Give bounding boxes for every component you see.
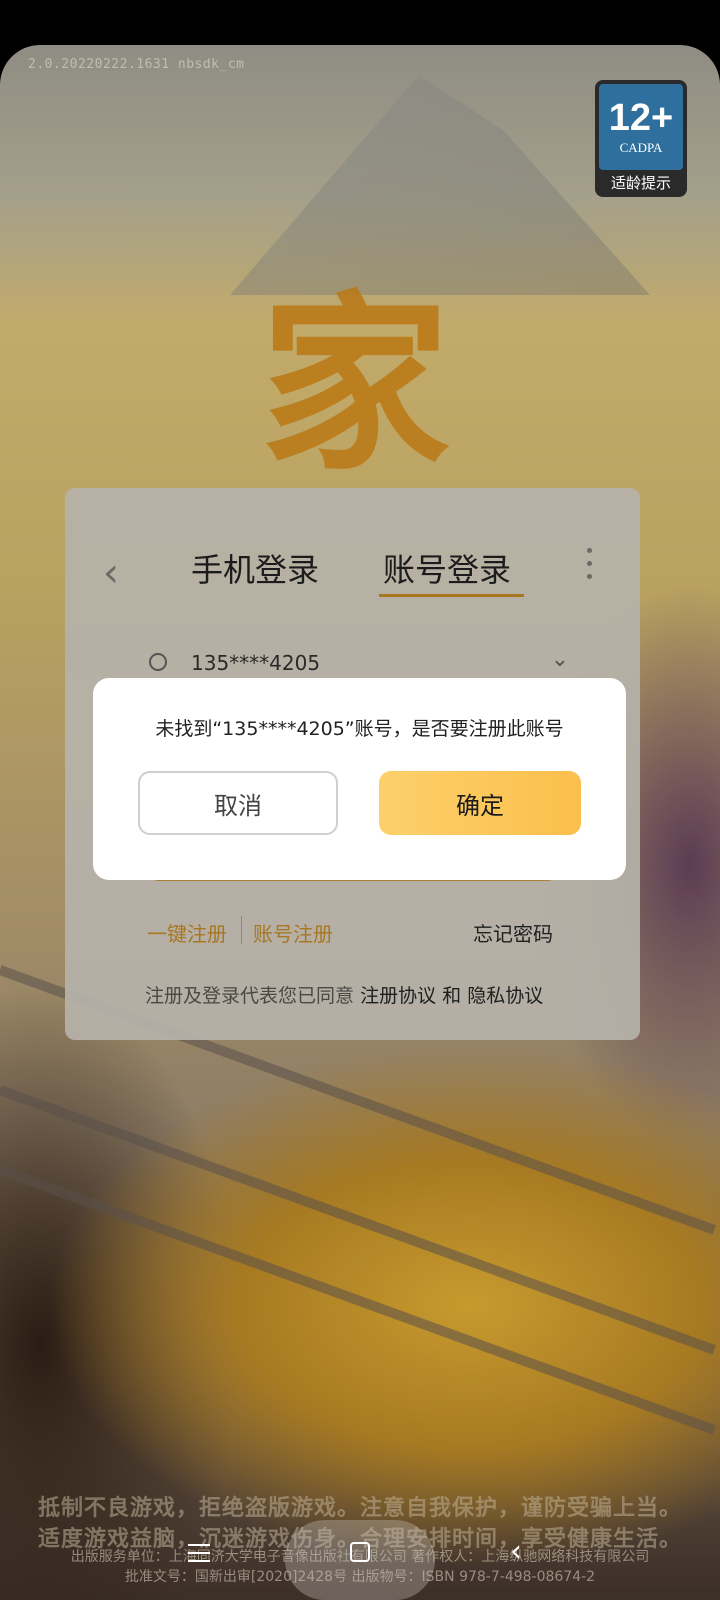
home-icon[interactable]: [350, 1542, 370, 1562]
rail-decoration: [0, 1085, 716, 1355]
health-notice-line1: 抵制不良游戏，拒绝盗版游戏。注意自我保护，谨防受骗上当。: [37, 1496, 682, 1521]
terms-link[interactable]: 注册协议: [360, 985, 436, 1007]
mountain-decoration: [230, 75, 650, 295]
chevron-down-icon[interactable]: ⌄: [551, 653, 569, 672]
cancel-button[interactable]: 取消: [138, 771, 338, 835]
agreement-prefix: 注册及登录代表您已同意: [145, 985, 355, 1007]
back-icon[interactable]: ‹: [510, 1534, 522, 1569]
search-icon: [149, 653, 167, 671]
game-logo-glyph: 家: [260, 273, 451, 496]
quick-register-link[interactable]: 一键注册: [147, 918, 227, 947]
confirm-button[interactable]: 确定: [379, 771, 581, 835]
privacy-link[interactable]: 隐私协议: [467, 985, 543, 1007]
more-options-icon[interactable]: [587, 548, 597, 587]
age-rating-org: CADPA: [619, 140, 663, 155]
age-rating-value: 12+: [608, 97, 674, 139]
game-logo: 家: [200, 275, 480, 515]
register-confirm-dialog: 未找到“135****4205”账号，是否要注册此账号 取消 确定: [93, 678, 626, 880]
agreement-text: 注册及登录代表您已同意 注册协议 和 隐私协议: [145, 981, 543, 1008]
dialog-message: 未找到“135****4205”账号，是否要注册此账号: [155, 718, 564, 740]
tab-phone-login[interactable]: 手机登录: [191, 545, 319, 591]
age-rating-inner: 12+ CADPA: [599, 84, 683, 170]
forgot-password-link[interactable]: 忘记密码: [473, 918, 553, 947]
account-input-value: 135****4205: [191, 653, 321, 675]
menu-icon[interactable]: [188, 1544, 210, 1568]
back-chevron-icon[interactable]: ‹: [103, 550, 119, 596]
version-text: 2.0.20220222.1631 nbsdk_cm: [28, 57, 245, 72]
tab-account-login[interactable]: 账号登录: [383, 545, 511, 591]
account-input[interactable]: 135****4205 ⌄: [149, 653, 569, 677]
account-register-link[interactable]: 账号注册: [253, 918, 333, 947]
system-navigation-bar: ‹: [0, 1520, 720, 1600]
age-rating-badge[interactable]: 12+ CADPA 适龄提示: [595, 80, 687, 197]
active-tab-underline: [379, 594, 524, 597]
link-divider: [241, 916, 242, 944]
age-rating-tip: 适龄提示: [610, 174, 671, 192]
agreement-and: 和: [442, 985, 462, 1007]
rail-decoration: [0, 1165, 716, 1435]
